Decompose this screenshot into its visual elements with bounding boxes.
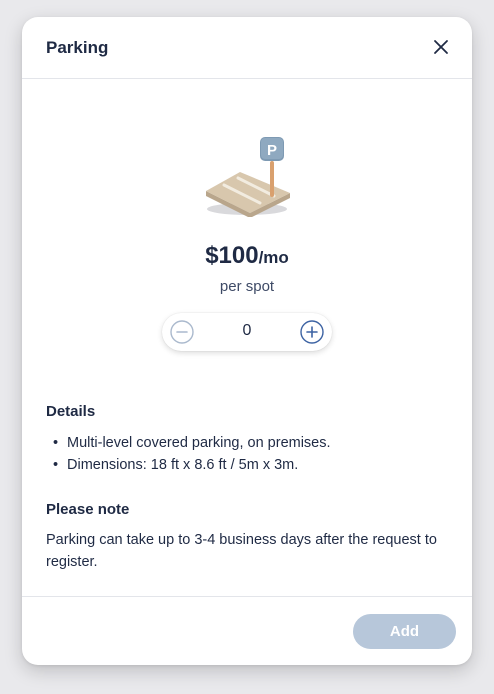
quantity-stepper: 0 [162, 313, 332, 351]
modal-title: Parking [46, 38, 109, 57]
modal-footer: Add [22, 596, 472, 665]
modal-header: Parking [22, 17, 472, 79]
quantity-value[interactable]: 0 [202, 322, 292, 340]
close-icon[interactable] [432, 38, 450, 56]
note-heading: Please note [46, 501, 130, 518]
price-unit: /mo [258, 248, 289, 267]
parking-spot-illustration: P [200, 135, 294, 218]
plus-circle-icon[interactable] [300, 320, 324, 344]
note-text: Parking can take up to 3-4 business days… [46, 532, 437, 570]
minus-circle-icon[interactable] [170, 320, 194, 344]
price-amount: $100 [205, 242, 259, 269]
details-list: Multi-level covered parking, on premises… [46, 432, 331, 476]
details-heading: Details [46, 403, 96, 420]
price: $100/mo [22, 242, 472, 270]
price-per-label: per spot [219, 278, 275, 295]
list-item: Multi-level covered parking, on premises… [46, 432, 331, 454]
parking-modal: Parking P $100/mo per spot 0 Details • M… [22, 17, 472, 665]
parking-sign-letter: P [267, 142, 277, 159]
add-button[interactable]: Add [353, 614, 456, 649]
list-item: Dimensions: 18 ft x 8.6 ft / 5m x 3m. [46, 454, 331, 476]
